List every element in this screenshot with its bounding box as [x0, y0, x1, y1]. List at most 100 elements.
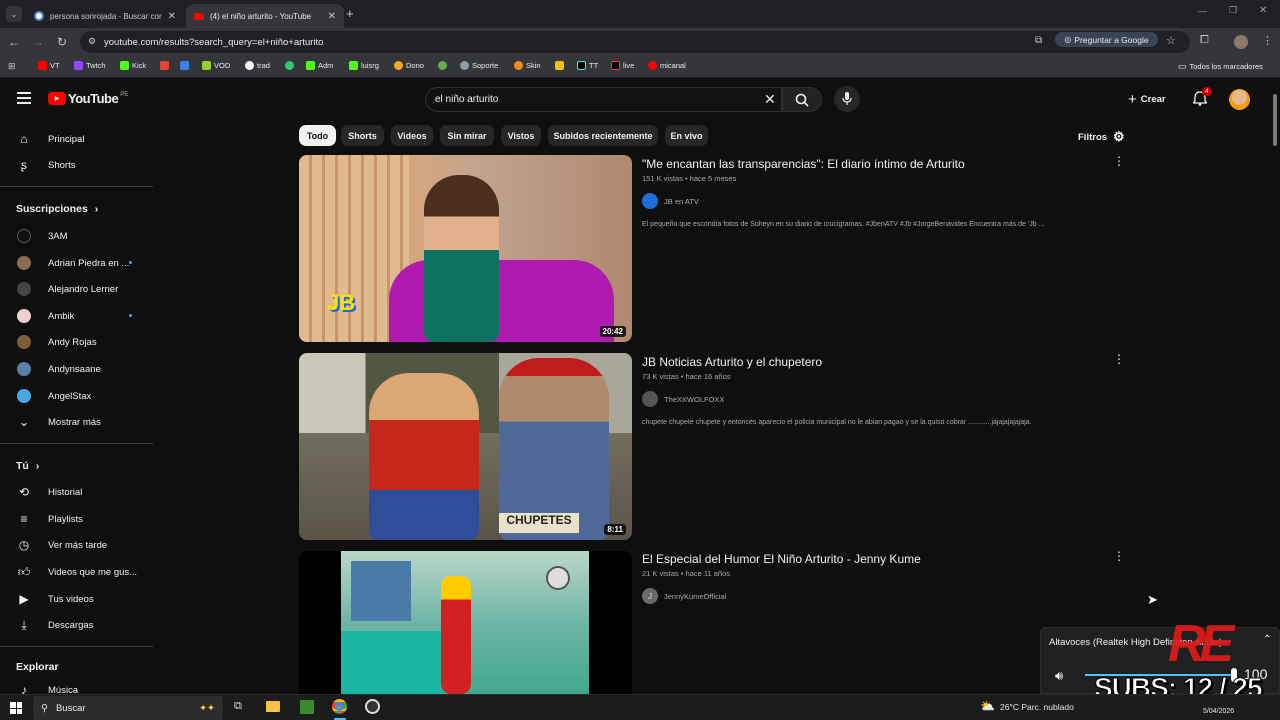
video-title[interactable]: "Me encantan las transparencias": El dia…: [642, 157, 965, 171]
sidebar-sub-ambik[interactable]: Ambik: [16, 308, 74, 324]
sidebar-sub-alejandro[interactable]: Alejandro Lerner: [16, 281, 118, 297]
bookmark-translate[interactable]: [180, 61, 189, 70]
sidebar-item-downloads[interactable]: ⤓ Descargas: [16, 617, 93, 633]
file-explorer-icon[interactable]: [266, 701, 280, 712]
bookmark-ext[interactable]: [285, 61, 294, 70]
apps-icon[interactable]: ⊞: [8, 61, 16, 72]
tab-search-button[interactable]: ⌄: [6, 6, 22, 22]
video-menu-icon[interactable]: ⋮: [1113, 154, 1125, 168]
bookmark-dono[interactable]: Dono: [394, 61, 424, 70]
window-close-button[interactable]: ✕: [1259, 5, 1267, 16]
notifications-button[interactable]: 4: [1192, 87, 1212, 111]
profile-avatar[interactable]: [1234, 35, 1248, 49]
sidebar-item-history[interactable]: ⟲ Historial: [16, 484, 82, 500]
filters-button[interactable]: Filtros ⚙: [1078, 129, 1125, 145]
minecraft-icon[interactable]: [300, 700, 314, 714]
search-button[interactable]: [782, 87, 822, 112]
tray-date[interactable]: 5/04/2026: [1203, 708, 1234, 715]
bookmark-trad[interactable]: trad: [245, 61, 270, 70]
close-icon[interactable]: ✕: [328, 11, 336, 22]
subscriptions-heading[interactable]: Suscripciones ›: [16, 203, 98, 215]
bookmark-luisrg[interactable]: luisrg: [349, 61, 379, 70]
sidebar-item-playlists[interactable]: ≡ Playlists: [16, 511, 82, 527]
bookmark-vod[interactable]: VOD: [202, 61, 230, 70]
bookmark-tt[interactable]: TT: [577, 61, 598, 70]
chip-subidos[interactable]: Subidos recientemente: [548, 125, 658, 146]
speaker-icon[interactable]: 🔊︎: [1055, 668, 1063, 684]
minimize-button[interactable]: —: [1198, 6, 1207, 16]
weather-icon[interactable]: ⛅: [980, 699, 995, 713]
video-title[interactable]: El Especial del Humor El Niño Arturito -…: [642, 552, 921, 566]
sidebar-item-your-videos[interactable]: ▶ Tus videos: [16, 591, 93, 607]
clear-search-icon[interactable]: ✕: [764, 91, 776, 108]
back-button[interactable]: ←: [4, 28, 24, 56]
bookmark-skin[interactable]: Skin: [514, 61, 541, 70]
chip-vistos[interactable]: Vistos: [501, 125, 541, 146]
video-channel[interactable]: JB en ATV: [642, 193, 699, 209]
bookmark-gmail[interactable]: [160, 61, 169, 70]
bookmark-star-icon[interactable]: ☆: [1166, 34, 1176, 47]
sidebar-sub-adrian[interactable]: Adrian Piedra en ...: [16, 255, 129, 271]
bookmark-kick[interactable]: Kick: [120, 61, 146, 70]
sidebar-item-home[interactable]: ⌂ Principal: [16, 131, 84, 147]
sidebar-item-liked[interactable]: 👍︎ Videos que me gus...: [16, 564, 137, 580]
weather-text[interactable]: 26°C Parc. nublado: [1000, 702, 1074, 712]
all-bookmarks[interactable]: ▭ Todos los marcadores: [1178, 61, 1263, 72]
bookmark-twtch[interactable]: Twtch: [74, 61, 106, 70]
sidebar-show-more[interactable]: ⌄ Mostrar más: [16, 414, 101, 430]
video-menu-icon[interactable]: ⋮: [1113, 352, 1125, 366]
reload-button[interactable]: ↻: [52, 28, 72, 56]
create-button[interactable]: + Crear: [1128, 91, 1166, 108]
task-view-icon[interactable]: ⧉: [234, 700, 242, 713]
menu-kebab-icon[interactable]: ⋮: [1262, 34, 1273, 47]
account-avatar[interactable]: [1229, 89, 1250, 110]
sidebar-sub-andynsaane[interactable]: Andynsaane: [16, 361, 101, 377]
tab-youtube[interactable]: (4) el niño arturito - YouTube ✕: [186, 4, 344, 28]
bookmark-adm[interactable]: Adm: [306, 61, 333, 70]
video-title[interactable]: JB Noticias Arturito y el chupetero: [642, 355, 822, 369]
bookmark-misc[interactable]: [438, 61, 447, 70]
chip-todo[interactable]: Todo: [299, 125, 336, 146]
address-bar[interactable]: ⚙ youtube.com/results?search_query=el+ni…: [80, 31, 1190, 53]
video-channel[interactable]: TheXXWOLFOXX: [642, 391, 724, 407]
sidebar-item-shorts[interactable]: ʂ Shorts: [16, 157, 75, 173]
bookmark-micanal[interactable]: micanal: [648, 61, 686, 70]
extensions-icon[interactable]: ⧠: [1200, 34, 1209, 47]
sidebar-sub-angelstax[interactable]: AngelStax: [16, 388, 91, 404]
bookmark-soporte[interactable]: Soporte: [460, 61, 498, 70]
ask-google-button[interactable]: ◎ Preguntar a Google: [1055, 32, 1158, 47]
windows-start-icon[interactable]: [10, 702, 22, 714]
video-channel[interactable]: J JennyKumeOfficial: [642, 588, 726, 604]
sidebar-sub-3am[interactable]: 3AM: [16, 228, 68, 244]
search-input[interactable]: el niño arturito: [435, 94, 498, 105]
obs-icon[interactable]: [365, 699, 380, 714]
video-menu-icon[interactable]: ⋮: [1113, 549, 1125, 563]
bookmark-live[interactable]: live: [611, 61, 634, 70]
chip-videos[interactable]: Videos: [391, 125, 433, 146]
search-box[interactable]: el niño arturito ✕: [425, 87, 782, 112]
chip-sin-mirar[interactable]: Sin mirar: [440, 125, 494, 146]
install-icon[interactable]: ⧉: [1035, 35, 1042, 46]
forward-button[interactable]: →: [28, 28, 48, 56]
bookmark-grid[interactable]: [555, 61, 564, 70]
bookmark-vt[interactable]: VT: [38, 61, 60, 70]
you-heading[interactable]: Tú ›: [16, 460, 39, 472]
close-icon[interactable]: ✕: [168, 11, 176, 22]
chip-en-vivo[interactable]: En vivo: [665, 125, 708, 146]
restore-button[interactable]: ❐: [1229, 5, 1237, 16]
page-scrollbar[interactable]: [1273, 94, 1277, 146]
video-thumbnail[interactable]: CHUPETES 8:11: [299, 353, 632, 540]
sidebar-item-watch-later[interactable]: ◷ Ver más tarde: [16, 537, 107, 553]
chevron-up-icon[interactable]: ⌃: [1263, 634, 1271, 645]
tab-google-search[interactable]: persona sonrojada - Buscar con ✕: [26, 4, 184, 28]
youtube-logo[interactable]: ▶ YouTube PE: [48, 91, 128, 106]
video-thumbnail[interactable]: [299, 551, 632, 694]
hamburger-menu-icon[interactable]: [17, 92, 31, 104]
voice-search-button[interactable]: [834, 86, 860, 112]
chip-shorts[interactable]: Shorts: [341, 125, 384, 146]
taskbar-search[interactable]: ⚲ Buscar ✦✦: [33, 696, 223, 720]
video-thumbnail[interactable]: JB 20:42: [299, 155, 632, 342]
sidebar-sub-andy[interactable]: Andy Rojas: [16, 334, 97, 350]
chrome-icon[interactable]: [332, 699, 347, 714]
new-tab-button[interactable]: +: [346, 6, 354, 21]
